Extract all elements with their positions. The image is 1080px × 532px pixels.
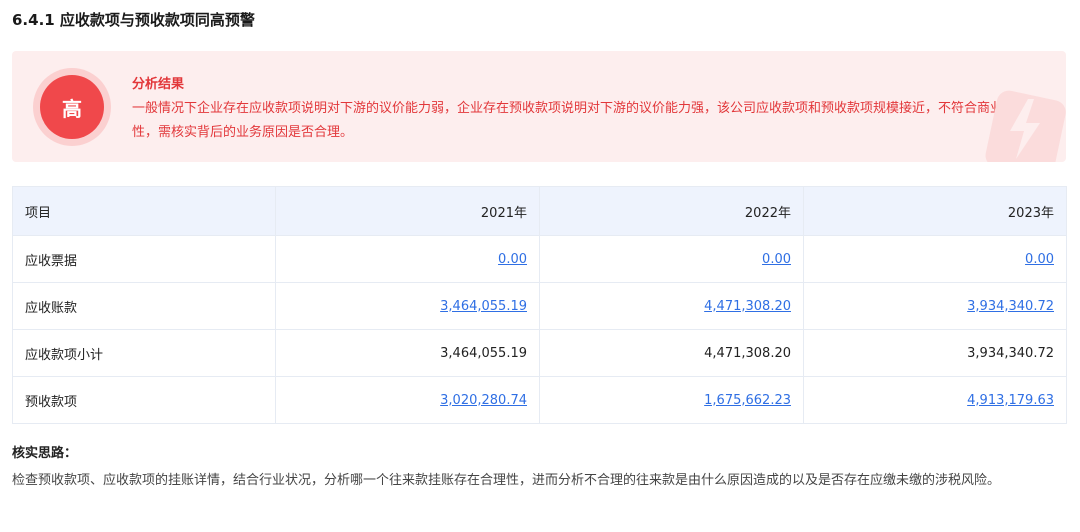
value-link[interactable]: 0.00 — [498, 252, 527, 267]
value-link[interactable]: 3,464,055.19 — [440, 299, 527, 314]
section-title: 6.4.1 应收款项与预收款项同高预警 — [12, 11, 255, 29]
value-cell: 3,464,055.19 — [275, 329, 540, 377]
verification-text: 检查预收款项、应收款项的挂账详情，结合行业状况，分析哪一个往来款挂账存在合理性，… — [12, 473, 1001, 488]
receivables-table: 项目 2021年 2022年 2023年 应收票据 0.00 0.00 0.00… — [12, 186, 1067, 424]
header-2021: 2021年 — [275, 186, 540, 236]
lightning-watermark-icon — [985, 90, 1066, 162]
row-label: 预收款项 — [12, 376, 276, 424]
risk-level-badge: 高 — [40, 75, 104, 139]
table-row: 应收票据 0.00 0.00 0.00 — [12, 235, 1067, 283]
value-link[interactable]: 0.00 — [762, 252, 791, 267]
header-2022: 2022年 — [539, 186, 804, 236]
alert-title: 分析结果 — [132, 77, 185, 92]
value-cell: 3,934,340.72 — [803, 329, 1067, 377]
table-row: 应收账款 3,464,055.19 4,471,308.20 3,934,340… — [12, 282, 1067, 330]
value-cell: 4,471,308.20 — [539, 329, 804, 377]
value-link[interactable]: 3,020,280.74 — [440, 393, 527, 408]
header-2023: 2023年 — [803, 186, 1067, 236]
value-link[interactable]: 0.00 — [1025, 252, 1054, 267]
table-row: 应收款项小计 3,464,055.19 4,471,308.20 3,934,3… — [12, 329, 1067, 377]
row-label: 应收票据 — [12, 235, 276, 283]
table-row: 预收款项 3,020,280.74 1,675,662.23 4,913,179… — [12, 376, 1067, 424]
value-link[interactable]: 3,934,340.72 — [967, 299, 1054, 314]
value-link[interactable]: 1,675,662.23 — [704, 393, 791, 408]
alert-text: 一般情况下企业存在应收款项说明对下游的议价能力弱，企业存在预收款项说明对下游的议… — [132, 101, 1030, 140]
value-link[interactable]: 4,471,308.20 — [704, 299, 791, 314]
verification-title: 核实思路： — [12, 446, 78, 461]
header-item: 项目 — [12, 186, 276, 236]
row-label: 应收款项小计 — [12, 329, 276, 377]
table-header-row: 项目 2021年 2022年 2023年 — [12, 186, 1067, 236]
row-label: 应收账款 — [12, 282, 276, 330]
value-link[interactable]: 4,913,179.63 — [967, 393, 1054, 408]
analysis-alert: 高 分析结果 一般情况下企业存在应收款项说明对下游的议价能力弱，企业存在预收款项… — [12, 51, 1066, 162]
